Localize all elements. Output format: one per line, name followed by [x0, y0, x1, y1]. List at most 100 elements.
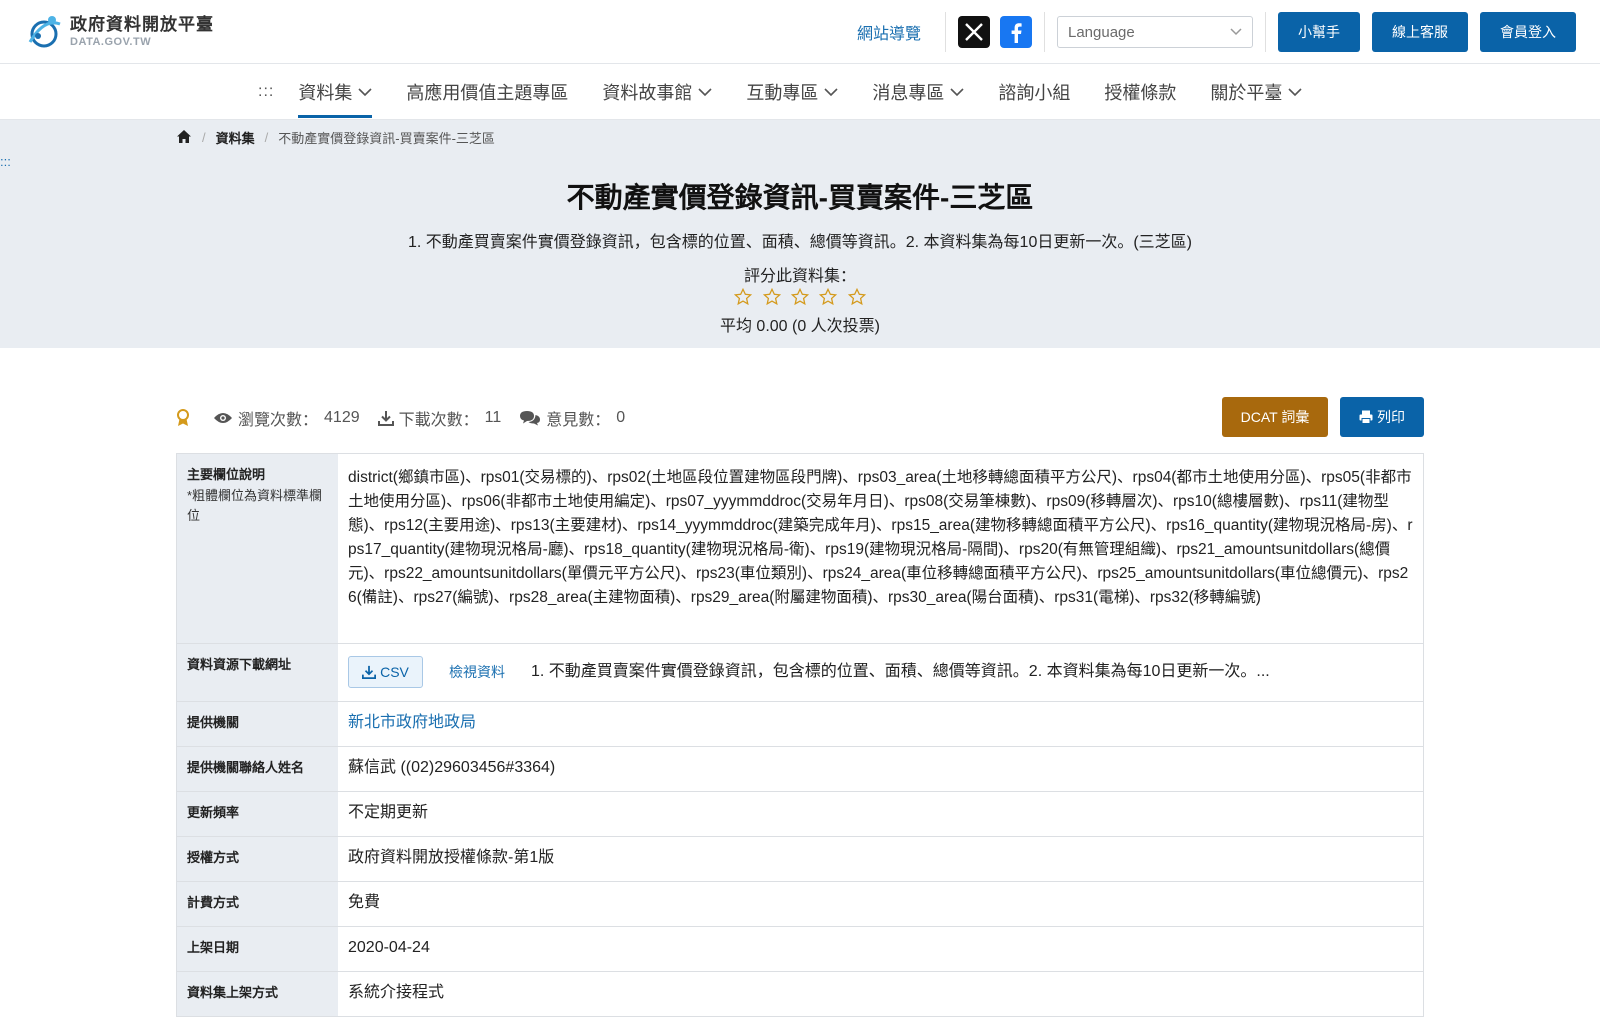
download-icon	[377, 411, 394, 426]
chevron-down-icon	[358, 87, 372, 96]
star-icon[interactable]	[791, 288, 809, 306]
comments-count: 0	[616, 409, 626, 426]
row-header: 授權方式	[177, 837, 338, 881]
table-row: 授權方式 政府資料開放授權條款-第1版	[176, 837, 1424, 882]
nav-item-label: 授權條款	[1104, 83, 1177, 103]
row-value: 政府資料開放授權條款-第1版	[348, 849, 555, 866]
nav-item-label: 諮詢小組	[998, 83, 1071, 103]
views-label: 瀏覽次數：	[238, 412, 319, 429]
rating-label: 評分此資料集：	[743, 268, 856, 285]
star-icon[interactable]	[734, 288, 753, 306]
downloads-stat: 下載次數： 11	[377, 406, 502, 430]
dcat-button[interactable]: DCAT 詞彙	[1222, 397, 1328, 437]
row-value: 系統介接程式	[348, 984, 445, 1001]
site-header: 政府資料開放平臺 DATA.GOV.TW 網站導覽 Language 小幫手 線…	[0, 0, 1600, 64]
breadcrumb: / 資料集 / 不動產實價登錄資訊-買賣案件-三芝區	[176, 128, 495, 147]
provider-org-link[interactable]: 新北市政府地政局	[348, 714, 476, 731]
table-row: 資料集上架方式 系統介接程式	[176, 972, 1424, 1017]
csv-download-button[interactable]: CSV	[348, 656, 423, 688]
dataset-actions: DCAT 詞彙 列印	[1222, 397, 1424, 437]
accesskey-dots[interactable]: :::	[258, 83, 274, 101]
x-icon	[965, 23, 983, 41]
online-service-button[interactable]: 線上客服	[1372, 12, 1468, 52]
breadcrumb-datasets[interactable]: 資料集	[216, 128, 255, 147]
view-data-link[interactable]: 檢視資料	[449, 660, 505, 684]
breadcrumb-separator: /	[202, 130, 206, 145]
member-login-button[interactable]: 會員登入	[1480, 12, 1576, 52]
print-button[interactable]: 列印	[1340, 397, 1424, 437]
row-header: 資料資源下載網址	[177, 644, 338, 701]
row-value: CSV 檢視資料 1. 不動產買賣案件實價登錄資訊，包含標的位置、面積、總價等資…	[338, 644, 1423, 701]
row-value: 2020-04-24	[348, 939, 430, 956]
row-header: 提供機關聯絡人姓名	[177, 747, 338, 791]
sitemap-link[interactable]: 網站導覽	[857, 20, 921, 44]
print-label: 列印	[1377, 409, 1405, 425]
divider	[1044, 12, 1045, 52]
views-count: 4129	[324, 409, 360, 426]
nav-item-interactive[interactable]: 互動專區	[746, 64, 838, 120]
resource-description: 1. 不動產買賣案件實價登錄資訊，包含標的位置、面積、總價等資訊。2. 本資料集…	[531, 663, 1270, 680]
csv-label: CSV	[380, 664, 409, 680]
content-accesskey[interactable]: :::	[0, 154, 11, 169]
eye-icon	[214, 413, 232, 423]
chevron-down-icon	[1288, 87, 1302, 96]
x-share-button[interactable]	[958, 16, 990, 48]
comments-icon	[520, 411, 541, 426]
nav-item-about[interactable]: 關於平臺	[1210, 64, 1302, 120]
row-header: 更新頻率	[177, 792, 338, 836]
downloads-count: 11	[484, 409, 502, 426]
nav-item-advisory[interactable]: 諮詢小組	[998, 64, 1070, 120]
home-icon	[177, 129, 191, 143]
table-row: 主要欄位說明 *粗體欄位為資料標準欄位 district(鄉鎮市區)、rps01…	[176, 454, 1424, 644]
nav-item-label: 關於平臺	[1210, 83, 1283, 103]
comments-stat: 意見數： 0	[519, 406, 625, 430]
row-value: 免費	[348, 894, 381, 911]
chevron-down-icon	[698, 87, 712, 96]
star-icon[interactable]	[762, 288, 781, 306]
badge-stat	[176, 409, 195, 427]
table-row: 更新頻率 不定期更新	[176, 792, 1424, 837]
table-row: 上架日期 2020-04-24	[176, 927, 1424, 972]
dataset-info-table: 主要欄位說明 *粗體欄位為資料標準欄位 district(鄉鎮市區)、rps01…	[176, 453, 1424, 1017]
language-select[interactable]: Language	[1057, 16, 1253, 48]
page-title: 不動產實價登錄資訊-買賣案件-三芝區	[566, 182, 1034, 213]
downloads-label: 下載次數：	[398, 412, 479, 429]
breadcrumb-separator: /	[264, 130, 269, 145]
chevron-down-icon	[1230, 28, 1242, 36]
dataset-description: 1. 不動產買賣案件實價登錄資訊，包含標的位置、面積、總價等資訊。2. 本資料集…	[407, 234, 1193, 251]
facebook-share-button[interactable]	[1000, 16, 1032, 48]
nav-item-label: 資料故事館	[602, 83, 693, 103]
comments-label: 意見數：	[546, 412, 611, 429]
download-icon	[362, 665, 377, 679]
table-row: 提供機關聯絡人姓名 蘇信武 ((02)29603456#3364)	[176, 747, 1424, 792]
nav-item-datasets[interactable]: 資料集	[298, 64, 373, 120]
divider	[945, 12, 946, 52]
site-logo[interactable]: 政府資料開放平臺 DATA.GOV.TW	[24, 12, 214, 52]
table-row: 資料資源下載網址 CSV 檢視資料 1. 不動產買賣案件實價登錄資訊，包含標的位…	[176, 644, 1424, 702]
nav-item-news[interactable]: 消息專區	[872, 64, 964, 120]
star-icon[interactable]	[819, 288, 838, 306]
breadcrumb-home[interactable]	[176, 129, 192, 147]
nav-item-high-value[interactable]: 高應用價值主題專區	[406, 64, 568, 120]
logo-icon	[28, 16, 61, 48]
table-row: 提供機關 新北市政府地政局	[176, 702, 1424, 747]
star-icon[interactable]	[847, 288, 866, 306]
dataset-stats: 瀏覽次數： 4129 下載次數： 11 意見數： 0	[176, 400, 643, 436]
table-row: 計費方式 免費	[176, 882, 1424, 927]
row-header: 計費方式	[177, 882, 338, 926]
nav-item-stories[interactable]: 資料故事館	[602, 64, 712, 120]
row-header: 主要欄位說明 *粗體欄位為資料標準欄位	[177, 454, 338, 643]
row-header: 資料集上架方式	[177, 972, 338, 1016]
views-stat: 瀏覽次數： 4129	[213, 406, 360, 430]
award-icon	[177, 409, 189, 426]
facebook-icon	[1011, 23, 1022, 43]
row-value: 不定期更新	[348, 804, 429, 821]
nav-item-label: 互動專區	[746, 83, 819, 103]
nav-item-license[interactable]: 授權條款	[1104, 64, 1176, 120]
row-header: 提供機關	[177, 702, 338, 746]
helper-button[interactable]: 小幫手	[1278, 12, 1360, 52]
row-header: 上架日期	[177, 927, 338, 971]
divider	[1265, 12, 1266, 52]
logo-title: 政府資料開放平臺	[70, 15, 214, 34]
printer-icon	[1359, 410, 1373, 424]
